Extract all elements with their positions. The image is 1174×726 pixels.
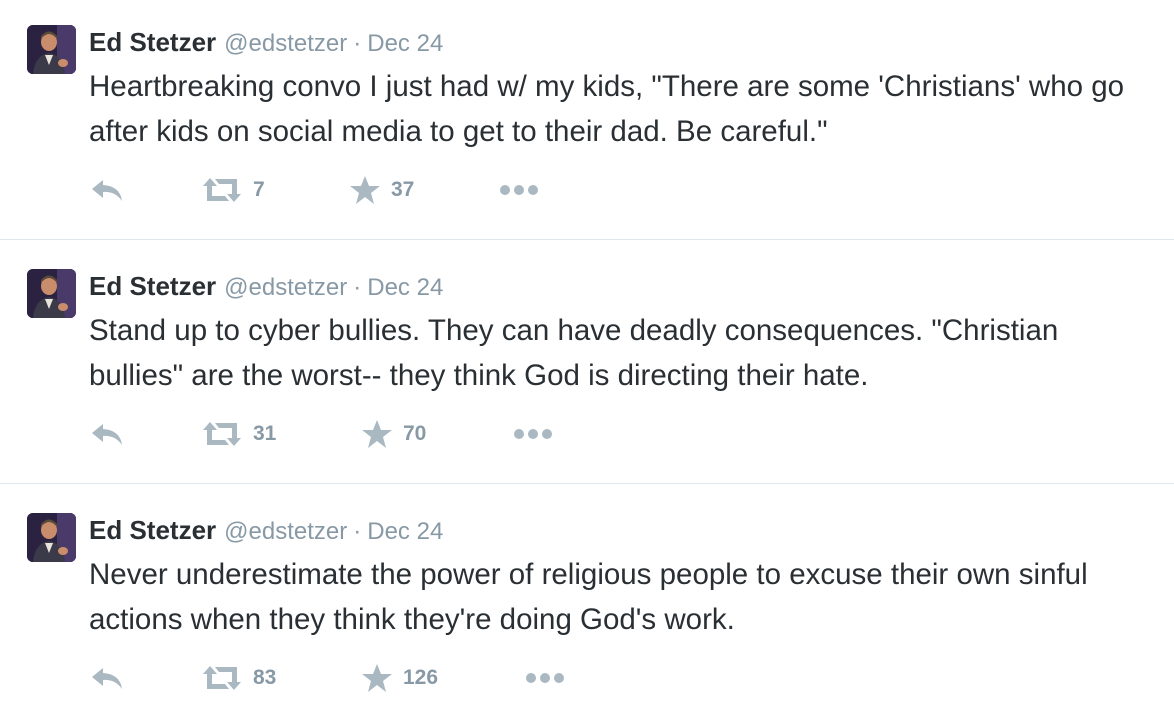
tweet-date[interactable]: Dec 24 <box>367 274 443 301</box>
reply-icon <box>89 419 125 449</box>
tweet-header: Ed Stetzer @edstetzer · Dec 24 <box>89 270 443 302</box>
tweet-text: Stand up to cyber bullies. They can have… <box>89 314 1059 392</box>
tweet-date[interactable]: Dec 24 <box>367 30 443 57</box>
favorite-button[interactable]: 126 <box>361 658 438 698</box>
star-icon <box>361 419 393 449</box>
retweet-count: 83 <box>253 666 277 689</box>
divider <box>0 483 1174 484</box>
star-icon <box>349 175 381 205</box>
header-separator: · <box>353 274 362 301</box>
tweet-actions: 31 70 <box>89 414 689 454</box>
more-icon <box>499 183 541 197</box>
author-name[interactable]: Ed Stetzer <box>89 271 216 301</box>
retweet-icon <box>201 176 243 204</box>
reply-button[interactable] <box>89 658 125 698</box>
more-icon <box>525 671 567 685</box>
divider <box>0 239 1174 240</box>
retweet-icon <box>201 420 243 448</box>
retweet-button[interactable]: 7 <box>201 170 265 210</box>
retweet-count: 31 <box>253 422 277 445</box>
retweet-button[interactable]: 83 <box>201 658 276 698</box>
retweet-count: 7 <box>253 178 265 201</box>
reply-icon <box>89 175 125 205</box>
tweet-text: Heartbreaking convo I just had w/ my kid… <box>89 70 1125 148</box>
avatar[interactable] <box>27 269 76 318</box>
favorite-button[interactable]: 70 <box>361 414 426 454</box>
author-handle[interactable]: @edstetzer <box>224 518 347 545</box>
author-handle[interactable]: @edstetzer <box>224 274 347 301</box>
author-name[interactable]: Ed Stetzer <box>89 27 216 57</box>
more-button[interactable] <box>499 170 541 210</box>
reply-icon <box>89 663 125 693</box>
favorite-button[interactable]: 37 <box>349 170 414 210</box>
tweet[interactable]: Ed Stetzer @edstetzer · Dec 24 Never undere… <box>0 488 1174 726</box>
more-icon <box>513 427 555 441</box>
tweet[interactable]: Ed Stetzer @edstetzer · Dec 24 Stand up to … <box>0 244 1174 487</box>
more-button[interactable] <box>525 658 567 698</box>
reply-button[interactable] <box>89 414 125 454</box>
avatar[interactable] <box>27 513 76 562</box>
tweet-text: Never underestimate the power of religio… <box>89 558 1088 636</box>
tweet-actions: 83 126 <box>89 658 689 698</box>
author-handle[interactable]: @edstetzer <box>224 30 347 57</box>
tweet-timeline: Ed Stetzer @edstetzer · Dec 24 Heartbreakin… <box>0 0 1174 726</box>
retweet-icon <box>201 664 243 692</box>
tweet-date[interactable]: Dec 24 <box>367 518 443 545</box>
favorite-count: 37 <box>391 178 415 201</box>
star-icon <box>361 663 393 693</box>
reply-button[interactable] <box>89 170 125 210</box>
tweet-actions: 7 37 <box>89 170 689 210</box>
header-separator: · <box>353 518 362 545</box>
favorite-count: 126 <box>403 666 439 689</box>
tweet[interactable]: Ed Stetzer @edstetzer · Dec 24 Heartbreakin… <box>0 0 1174 243</box>
header-separator: · <box>353 30 362 57</box>
avatar[interactable] <box>27 25 76 74</box>
author-name[interactable]: Ed Stetzer <box>89 515 216 545</box>
more-button[interactable] <box>513 414 555 454</box>
tweet-header: Ed Stetzer @edstetzer · Dec 24 <box>89 514 443 546</box>
favorite-count: 70 <box>403 422 427 445</box>
retweet-button[interactable]: 31 <box>201 414 276 454</box>
tweet-header: Ed Stetzer @edstetzer · Dec 24 <box>89 26 443 58</box>
